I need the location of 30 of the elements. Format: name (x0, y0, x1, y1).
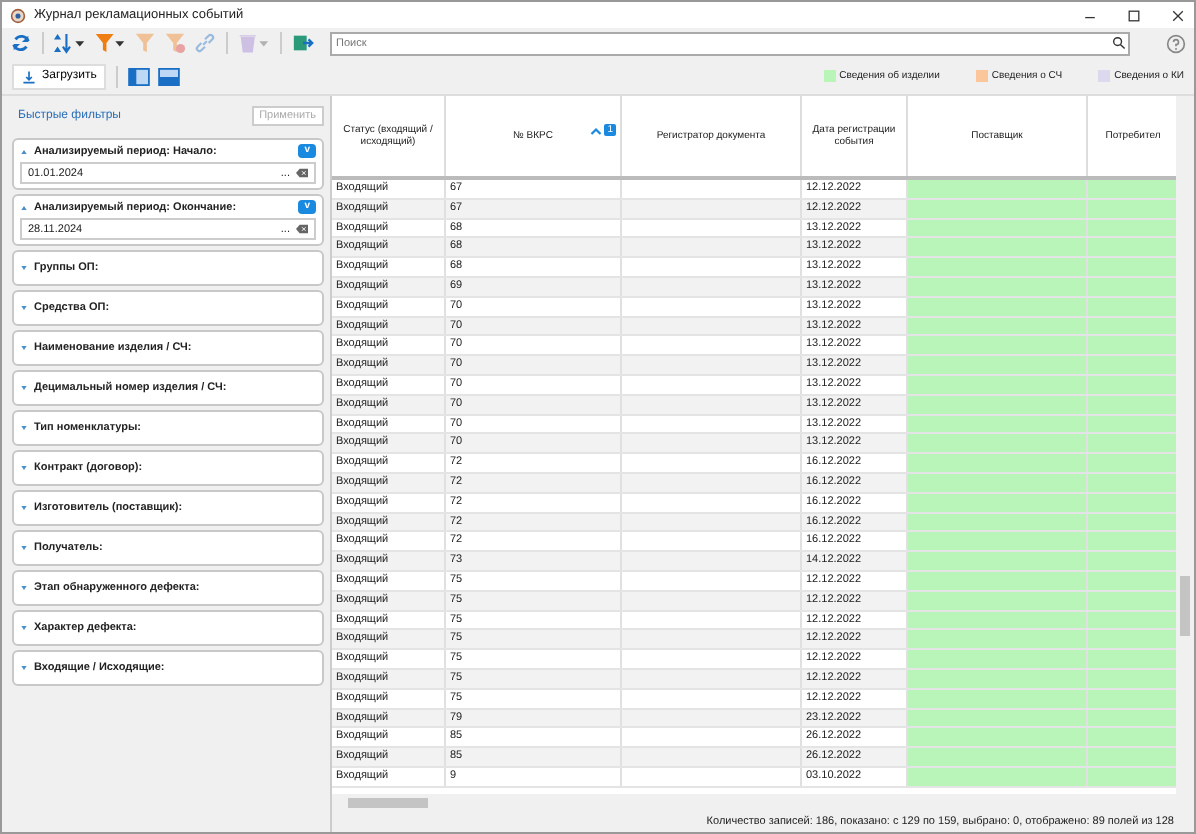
collapse-arrow-icon[interactable] (20, 147, 28, 155)
horizontal-scrollbar[interactable] (332, 794, 1194, 812)
collapse-arrow-icon[interactable] (20, 203, 28, 211)
search-icon[interactable] (1112, 36, 1126, 50)
sort-icon[interactable] (54, 32, 86, 54)
filter-icon[interactable] (94, 32, 126, 54)
maximize-icon[interactable] (1126, 7, 1142, 23)
expand-arrow-icon[interactable] (20, 264, 28, 272)
left-panel-icon[interactable] (128, 67, 151, 85)
expand-arrow-icon[interactable] (20, 584, 28, 592)
app-icon (10, 7, 26, 23)
expand-arrow-icon[interactable] (20, 464, 28, 472)
clear-icon[interactable] (296, 168, 308, 178)
export-icon[interactable] (292, 32, 314, 54)
expand-arrow-icon[interactable] (20, 544, 28, 552)
close-icon[interactable] (1170, 7, 1186, 23)
help-icon[interactable] (1166, 33, 1186, 53)
expand-arrow-icon[interactable] (20, 304, 28, 312)
expand-arrow-icon[interactable] (20, 424, 28, 432)
expand-arrow-icon[interactable] (20, 624, 28, 632)
bottom-panel-icon[interactable] (158, 67, 181, 85)
vertical-scrollbar[interactable] (1176, 96, 1194, 794)
expand-arrow-icon[interactable] (20, 664, 28, 672)
clear-icon[interactable] (296, 224, 308, 234)
sort-ascending-icon (590, 125, 603, 135)
expand-arrow-icon[interactable] (20, 384, 28, 392)
download-icon (22, 69, 36, 83)
refresh-icon[interactable] (10, 32, 32, 54)
expand-arrow-icon[interactable] (20, 344, 28, 352)
expand-arrow-icon[interactable] (20, 504, 28, 512)
